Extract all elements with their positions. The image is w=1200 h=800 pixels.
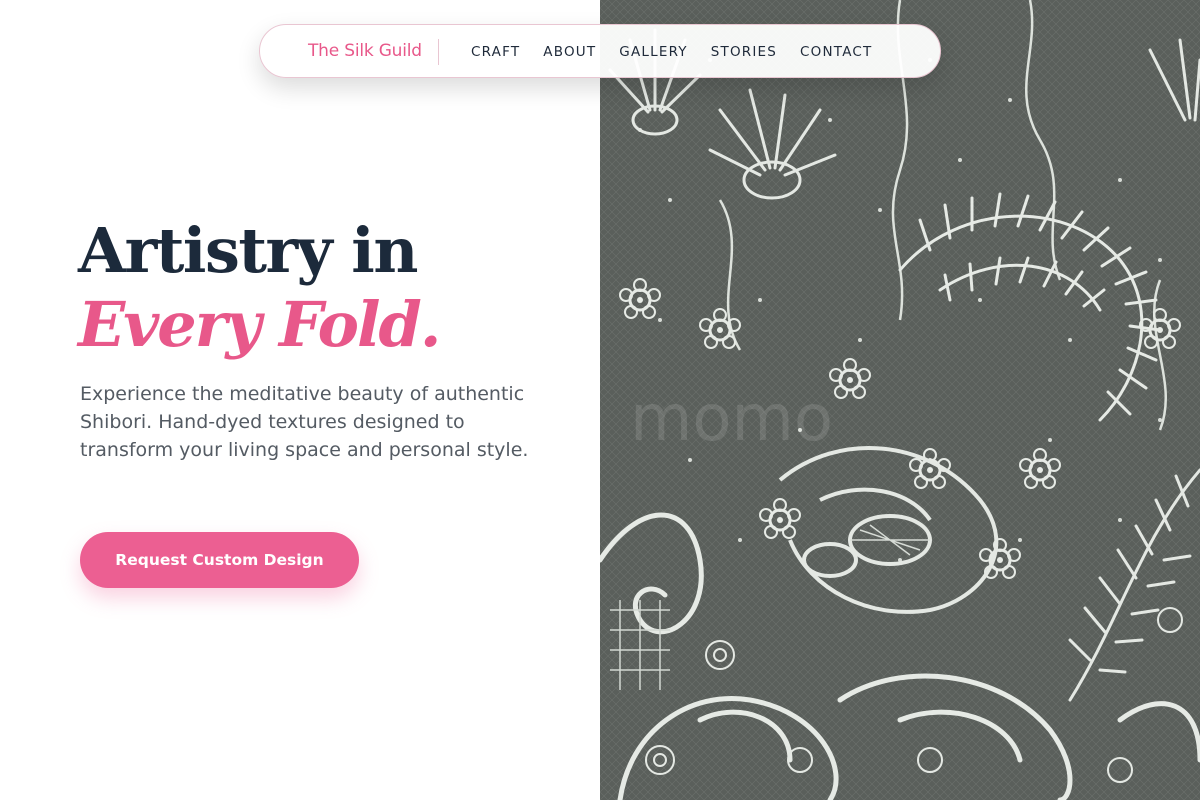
image-watermark: momo <box>630 382 833 456</box>
top-navigation: The Silk Guild CRAFT ABOUT GALLERY STORI… <box>259 24 941 78</box>
hero-headline-accent: Every Fold. <box>78 288 441 361</box>
nav-link-stories[interactable]: STORIES <box>711 42 777 62</box>
hero-lace-image: momo <box>600 0 1200 800</box>
request-custom-design-button[interactable]: Request Custom Design <box>80 532 359 588</box>
nav-link-craft[interactable]: CRAFT <box>471 42 520 62</box>
brand-logo-link[interactable]: The Silk Guild <box>308 39 422 63</box>
hero-headline: Artistry in Every Fold. <box>78 214 578 362</box>
nav-link-about[interactable]: ABOUT <box>543 42 596 62</box>
nav-links: CRAFT ABOUT GALLERY STORIES CONTACT <box>471 42 872 62</box>
hero-headline-line1: Artistry in <box>78 214 418 287</box>
nav-divider <box>438 39 439 65</box>
nav-link-gallery[interactable]: GALLERY <box>619 42 687 62</box>
hero-description: Experience the meditative beauty of auth… <box>80 383 529 461</box>
nav-link-contact[interactable]: CONTACT <box>800 42 872 62</box>
lace-illustration: momo <box>600 0 1200 800</box>
